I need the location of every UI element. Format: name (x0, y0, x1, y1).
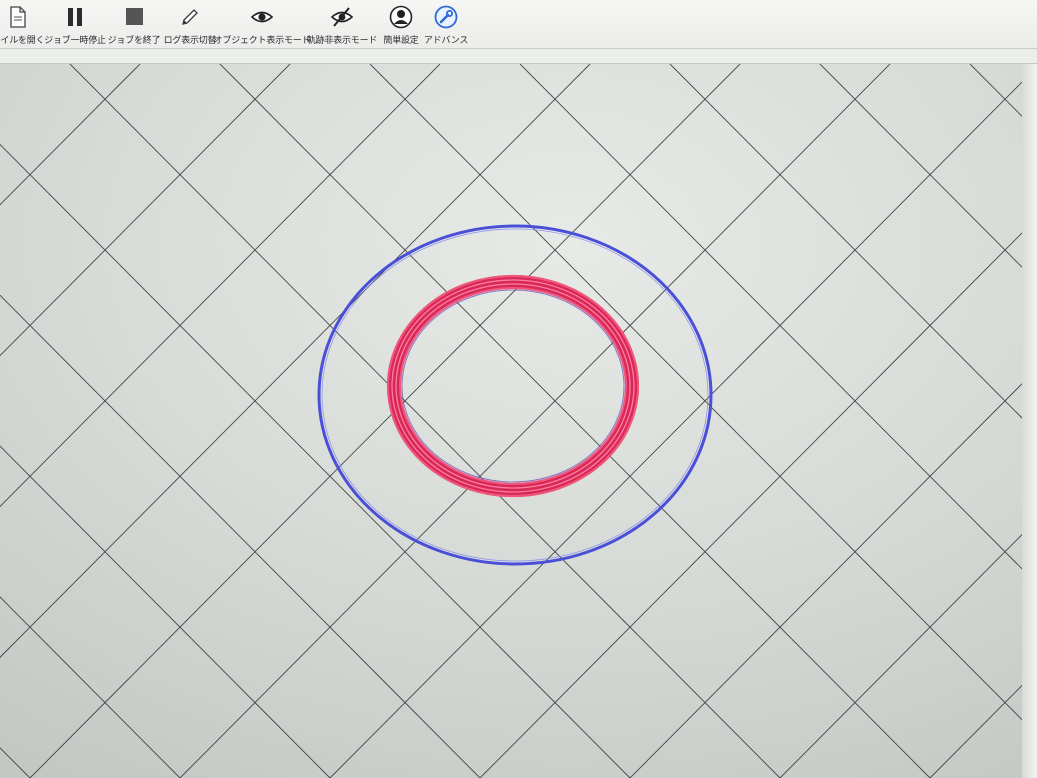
pause-job-button[interactable]: ジョブ一時停止 (44, 5, 106, 47)
easy-settings-button[interactable]: 簡単設定 (380, 5, 422, 47)
open-file-button[interactable]: ァイルを開く (0, 5, 45, 47)
user-settings-icon (388, 5, 414, 29)
view-tab-strip (0, 49, 1037, 64)
eye-slash-icon (329, 5, 355, 29)
window-edge (1022, 64, 1037, 778)
toggle-log-label: ログ表示切替 (163, 36, 217, 46)
stop-job-label: ジョブを終了 (107, 36, 161, 46)
build-plate-surface (0, 64, 1037, 778)
stop-job-button[interactable]: ジョブを終了 (107, 5, 161, 47)
pause-job-label: ジョブ一時停止 (44, 36, 106, 46)
wrench-icon (433, 5, 459, 29)
advanced-label: アドバンス (423, 36, 469, 46)
pencil-icon (177, 5, 203, 29)
pause-icon (62, 5, 88, 29)
object-view-mode-button[interactable]: オブジェクト表示モード (214, 5, 311, 47)
stop-icon (121, 5, 147, 29)
object-view-mode-label: オブジェクト表示モード (213, 36, 311, 46)
eye-icon (249, 5, 275, 29)
toggle-log-button[interactable]: ログ表示切替 (163, 5, 217, 47)
file-icon (5, 5, 31, 29)
open-file-label: ァイルを開く (0, 36, 45, 46)
easy-settings-label: 簡単設定 (383, 36, 419, 46)
app-window: ァイルを開く ジョブ一時停止 ジョブを終了 (0, 0, 1037, 778)
hide-path-mode-label: 軌跡非表示モード (306, 36, 378, 46)
toolbar: ァイルを開く ジョブ一時停止 ジョブを終了 (0, 0, 1037, 49)
hide-path-mode-button[interactable]: 軌跡非表示モード (306, 5, 378, 47)
print-preview-viewport[interactable] (0, 64, 1037, 778)
advanced-button[interactable]: アドバンス (423, 5, 469, 47)
